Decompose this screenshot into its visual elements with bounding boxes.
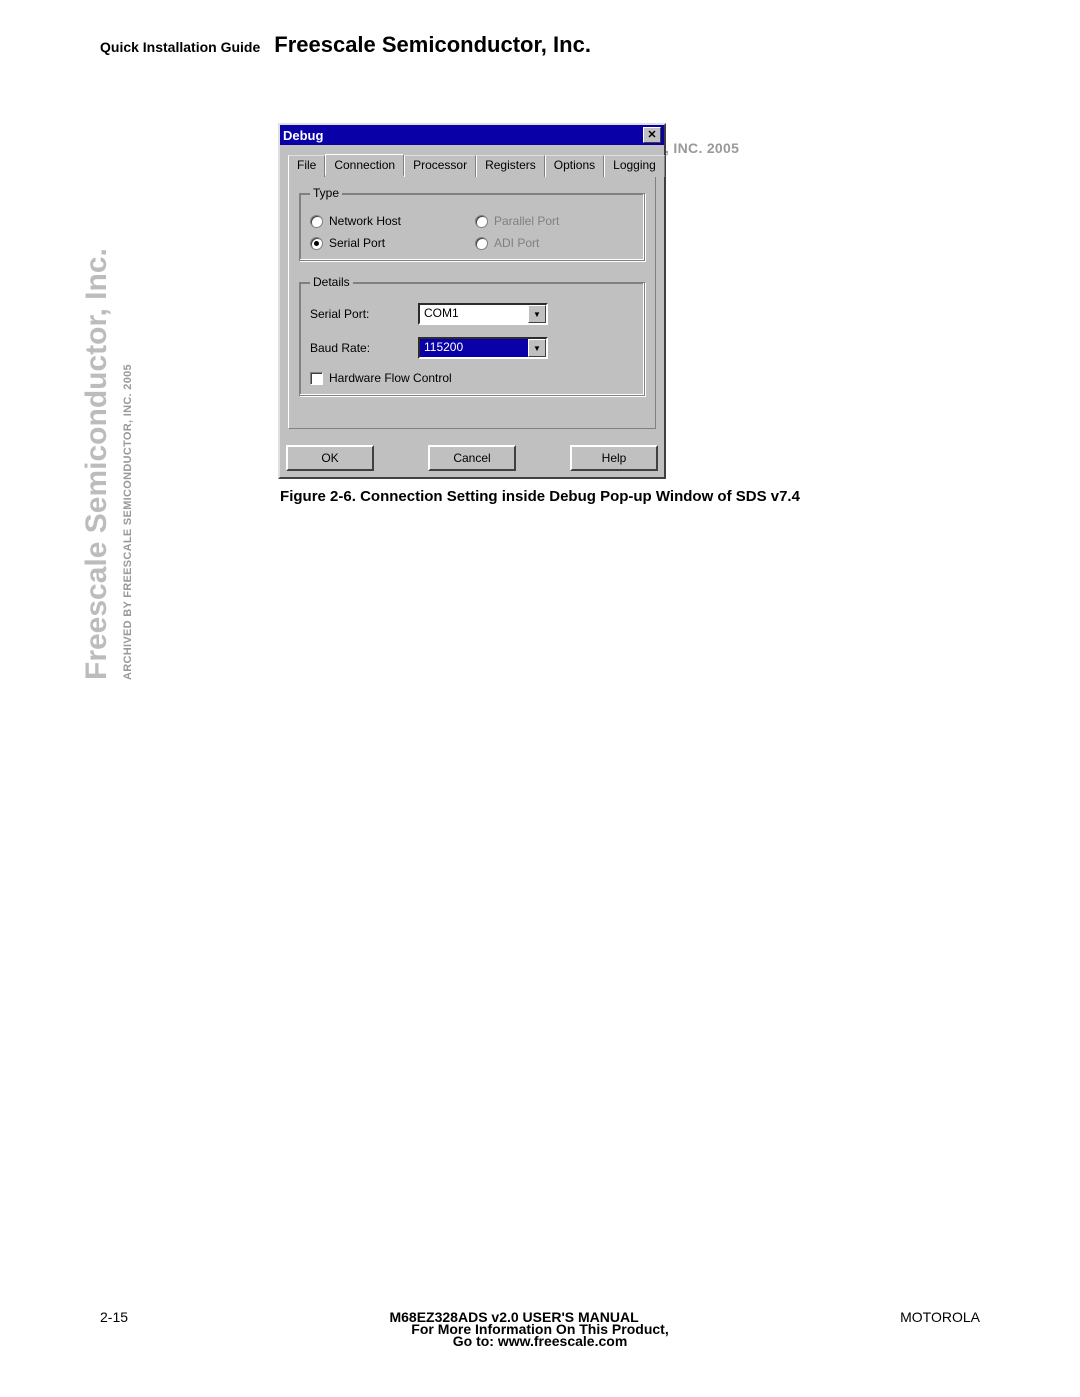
radio-label: Parallel Port [494, 214, 559, 228]
tabs-row: File Connection Processor Registers Opti… [288, 153, 656, 175]
watermark-side-archived: ARCHIVED BY FREESCALE SEMICONDUCTOR, INC… [122, 364, 134, 680]
figure-caption: Figure 2-6. Connection Setting inside De… [280, 488, 800, 505]
footer-url: Go to: www.freescale.com [100, 1333, 980, 1349]
radio-parallel-port: Parallel Port [475, 214, 634, 228]
radio-label: Network Host [329, 214, 401, 228]
help-button[interactable]: Help [570, 445, 658, 471]
dialog-titlebar[interactable]: Debug ✕ [280, 125, 664, 145]
serial-port-label: Serial Port: [310, 307, 418, 321]
dialog-button-row: OK Cancel Help [280, 439, 664, 477]
radio-label: Serial Port [329, 236, 385, 250]
footer-brand: MOTOROLA [900, 1309, 980, 1325]
tab-logging[interactable]: Logging [604, 155, 665, 177]
chevron-down-icon: ▼ [533, 344, 541, 353]
radio-serial-port[interactable]: Serial Port [310, 236, 469, 250]
tab-connection[interactable]: Connection [325, 154, 404, 176]
dropdown-button[interactable]: ▼ [528, 339, 546, 357]
tab-registers[interactable]: Registers [476, 155, 545, 177]
radio-adi-port: ADI Port [475, 236, 634, 250]
baud-rate-row: Baud Rate: 115200 ▼ [310, 337, 634, 359]
close-icon: ✕ [647, 130, 656, 141]
tab-processor[interactable]: Processor [404, 155, 476, 177]
radio-dot-icon [314, 241, 319, 246]
serial-port-combo[interactable]: COM1 ▼ [418, 303, 548, 325]
tab-options[interactable]: Options [545, 155, 604, 177]
close-button[interactable]: ✕ [643, 127, 661, 143]
type-legend: Type [310, 186, 342, 200]
serial-port-row: Serial Port: COM1 ▼ [310, 303, 634, 325]
dialog-body: File Connection Processor Registers Opti… [280, 145, 664, 439]
tab-panel-connection: Type Network Host Parallel Port Serial P… [288, 175, 656, 429]
watermark-side-company: Freescale Semiconductor, Inc. [80, 248, 114, 680]
baud-rate-label: Baud Rate: [310, 341, 418, 355]
hw-flow-checkbox[interactable]: Hardware Flow Control [310, 371, 634, 385]
radio-icon [475, 237, 488, 250]
header-company: Freescale Semiconductor, Inc. [274, 32, 591, 58]
page-header: Quick Installation Guide Freescale Semic… [100, 32, 980, 58]
ok-button[interactable]: OK [286, 445, 374, 471]
footer-page-number: 2-15 [100, 1309, 128, 1325]
header-section-label: Quick Installation Guide [100, 39, 260, 55]
page-footer: 2-15 M68EZ328ADS v2.0 USER'S MANUAL MOTO… [100, 1309, 980, 1349]
type-groupbox: Type Network Host Parallel Port Serial P… [299, 186, 645, 261]
dialog-title: Debug [283, 128, 323, 143]
radio-icon [310, 215, 323, 228]
tab-file[interactable]: File [288, 155, 325, 177]
radio-label: ADI Port [494, 236, 539, 250]
debug-dialog: Debug ✕ File Connection Processor Regist… [278, 123, 666, 479]
dropdown-button[interactable]: ▼ [528, 305, 546, 323]
baud-rate-value[interactable]: 115200 [420, 339, 528, 357]
radio-icon [475, 215, 488, 228]
cancel-button[interactable]: Cancel [428, 445, 516, 471]
details-legend: Details [310, 275, 353, 289]
hw-flow-label: Hardware Flow Control [329, 371, 452, 385]
checkbox-icon [310, 372, 323, 385]
radio-network-host[interactable]: Network Host [310, 214, 469, 228]
radio-icon [310, 237, 323, 250]
baud-rate-combo[interactable]: 115200 ▼ [418, 337, 548, 359]
chevron-down-icon: ▼ [533, 310, 541, 319]
serial-port-value[interactable]: COM1 [420, 305, 528, 323]
details-groupbox: Details Serial Port: COM1 ▼ Baud Rate: 1… [299, 275, 645, 396]
